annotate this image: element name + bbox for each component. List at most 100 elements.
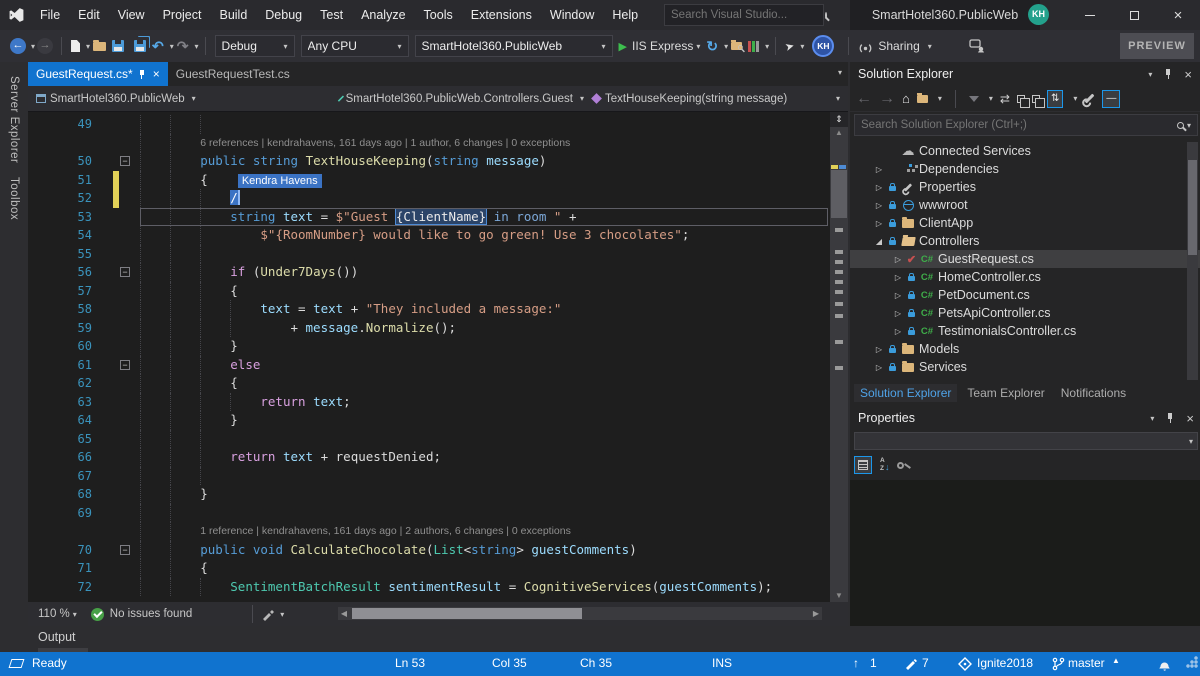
tree-item-clientapp[interactable]: ▷ClientApp [850, 214, 1200, 232]
navigate-back-button[interactable]: ← [10, 38, 26, 54]
maximize-button[interactable] [1112, 0, 1156, 30]
menu-tools[interactable]: Tools [415, 0, 462, 30]
tab-list-dropdown-icon[interactable]: ▾ [838, 68, 842, 77]
alphabetical-sort-button[interactable]: AZ↓ [880, 458, 889, 472]
find-in-files-button[interactable] [731, 42, 742, 50]
vs-search-input[interactable] [671, 9, 825, 21]
repository-icon[interactable] [958, 657, 972, 671]
vs-search-box[interactable] [664, 4, 824, 26]
breadcrumb-project[interactable]: SmartHotel360.PublicWeb ▾ [28, 93, 332, 105]
code-cleanup-icon[interactable] [261, 608, 275, 621]
refresh-button[interactable]: ↻ [706, 38, 718, 55]
properties-object-dropdown[interactable]: ▾ [854, 432, 1198, 450]
repository-name[interactable]: Ignite2018 [977, 656, 1033, 670]
feedback-button[interactable] [969, 39, 985, 53]
collapse-icon[interactable]: − [120, 545, 130, 555]
save-all-button[interactable] [130, 40, 146, 52]
editor-tab[interactable]: GuestRequest.cs*× [28, 62, 168, 86]
background-tasks-icon[interactable] [9, 659, 25, 668]
status-character[interactable]: Ch 35 [580, 656, 612, 670]
toolbar-overflow-icon[interactable]: ▾ [800, 42, 804, 51]
pending-changes-count[interactable]: 7 [922, 656, 929, 670]
toolbar-overflow-icon[interactable]: ▾ [765, 42, 769, 51]
tree-expand-icon[interactable]: ▷ [891, 273, 905, 282]
track-active-item-button[interactable]: — [1102, 90, 1120, 108]
window-position-dropdown-icon[interactable]: ▾ [1148, 70, 1152, 79]
tree-item-models[interactable]: ▷Models [850, 340, 1200, 358]
chevron-down-icon[interactable]: ▾ [724, 42, 728, 51]
branch-picker-caret[interactable]: ▲ [1112, 656, 1120, 665]
tab-solution-explorer[interactable]: Solution Explorer [854, 384, 957, 402]
chevron-down-icon[interactable]: ▾ [86, 42, 90, 51]
sharing-button[interactable]: Sharing▾ [858, 39, 931, 53]
preview-selected-button[interactable] [1032, 95, 1040, 103]
tree-expand-icon[interactable]: ▷ [872, 201, 886, 210]
solution-configuration-dropdown[interactable]: Debug▾ [215, 35, 295, 57]
tree-collapse-icon[interactable]: ◢ [872, 237, 886, 246]
pending-changes-icon[interactable] [905, 658, 918, 671]
scroll-right-icon[interactable]: ▶ [810, 607, 822, 620]
tree-expand-icon[interactable]: ▷ [872, 165, 886, 174]
codelens-row[interactable]: 6 references | kendrahavens, 161 days ag… [28, 134, 828, 153]
start-debug-button[interactable]: ▶IIS Express▾ [619, 39, 701, 53]
tree-item-properties[interactable]: ▷Properties [850, 178, 1200, 196]
codelens-info[interactable]: 6 references | kendrahavens, 161 days ag… [200, 137, 570, 149]
menu-build[interactable]: Build [210, 0, 256, 30]
server-explorer-tab[interactable]: Server Explorer [8, 76, 20, 163]
preview-button[interactable]: PREVIEW [1120, 33, 1194, 59]
tab-team-explorer[interactable]: Team Explorer [961, 384, 1050, 402]
close-button[interactable]: × [1156, 0, 1200, 30]
git-branch-icon[interactable] [1052, 657, 1065, 671]
menu-test[interactable]: Test [311, 0, 352, 30]
menu-file[interactable]: File [31, 0, 69, 30]
menu-window[interactable]: Window [541, 0, 603, 30]
toolbox-tab[interactable]: Toolbox [8, 177, 20, 220]
incoming-commits-count[interactable]: 1 [870, 656, 877, 670]
chevron-down-icon[interactable]: ▾ [938, 94, 942, 103]
tree-item-services[interactable]: ▷Services [850, 358, 1200, 376]
tree-item-controllers[interactable]: ◢Controllers [850, 232, 1200, 250]
collapse-all-button[interactable] [1017, 95, 1025, 103]
tree-expand-icon[interactable]: ▷ [872, 345, 886, 354]
menu-view[interactable]: View [109, 0, 154, 30]
refresh-button[interactable]: ⇄ [1000, 92, 1010, 106]
select-element-button[interactable]: ➤ [784, 39, 796, 54]
scroll-up-icon[interactable]: ▲ [830, 128, 848, 137]
health-indicator-icon[interactable] [91, 608, 104, 621]
tree-expand-icon[interactable]: ▷ [872, 183, 886, 192]
collapse-icon[interactable]: − [120, 156, 130, 166]
chevron-down-icon[interactable]: ▾ [280, 610, 284, 619]
zoom-level-dropdown[interactable]: 110 % [38, 608, 70, 620]
navigate-forward-button[interactable]: → [37, 38, 53, 54]
solution-explorer-search-box[interactable]: ▾ [854, 114, 1198, 136]
tree-item-petsapicontroller-cs[interactable]: ▷C#PetsApiController.cs [850, 304, 1200, 322]
resize-grip[interactable] [1186, 656, 1198, 668]
liveshare-avatar[interactable]: KH [812, 35, 834, 57]
scrollbar-thumb[interactable] [352, 608, 582, 619]
tree-item-wwwroot[interactable]: ▷wwwroot [850, 196, 1200, 214]
property-pages-button[interactable] [897, 462, 904, 469]
status-insert-mode[interactable]: INS [712, 656, 732, 670]
customize-wrench-icon[interactable] [1085, 94, 1095, 104]
solution-explorer-search-input[interactable] [861, 119, 1177, 131]
tab-notifications[interactable]: Notifications [1055, 384, 1132, 402]
open-file-button[interactable] [93, 42, 106, 51]
tree-expand-icon[interactable]: ▷ [891, 327, 905, 336]
menu-edit[interactable]: Edit [69, 0, 109, 30]
codelens-info[interactable]: 1 reference | kendrahavens, 161 days ago… [200, 525, 571, 537]
redo-button[interactable]: ↷ [177, 38, 189, 55]
switch-views-button[interactable] [917, 95, 928, 103]
undo-button[interactable]: ↶ [152, 38, 164, 55]
branch-name[interactable]: master [1068, 656, 1105, 670]
tree-item-homecontroller-cs[interactable]: ▷C#HomeController.cs [850, 268, 1200, 286]
tree-expand-icon[interactable]: ▷ [891, 255, 905, 264]
scroll-left-icon[interactable]: ◀ [338, 607, 350, 620]
menu-extensions[interactable]: Extensions [462, 0, 541, 30]
tree-expand-icon[interactable]: ▷ [872, 219, 886, 228]
menu-analyze[interactable]: Analyze [352, 0, 414, 30]
status-column[interactable]: Col 35 [492, 656, 527, 670]
back-button[interactable]: ← [856, 90, 872, 108]
close-icon[interactable]: × [153, 67, 160, 81]
tree-item-dependencies[interactable]: ▷Dependencies [850, 160, 1200, 178]
horizontal-scrollbar[interactable]: ◀ ▶ [338, 607, 822, 620]
